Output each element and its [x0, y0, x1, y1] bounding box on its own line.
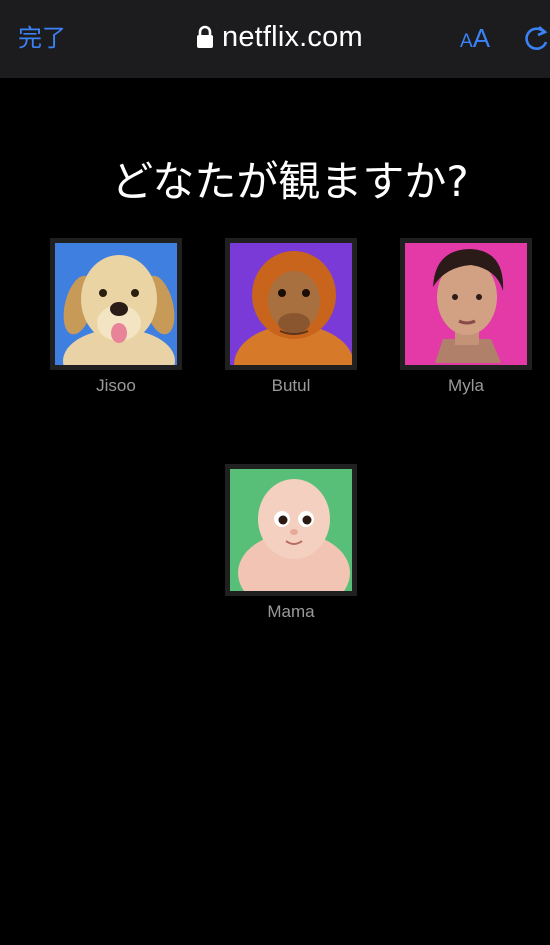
page-title: どなたが観ますか?: [111, 157, 469, 206]
profile-name: Mama: [267, 602, 315, 621]
browser-address-bar: 完了 netflix.com AA: [0, 0, 550, 78]
lock-icon: [197, 25, 213, 48]
profile-myla[interactable]: Myla: [400, 238, 532, 396]
profile-name: Myla: [448, 376, 484, 395]
woman-portrait-icon: [405, 243, 527, 365]
url-field[interactable]: netflix.com: [196, 18, 363, 56]
text-size-button[interactable]: AA: [460, 22, 490, 59]
url-text: netflix.com: [222, 20, 363, 53]
avatar: [50, 238, 182, 370]
reload-icon[interactable]: [522, 22, 550, 54]
profile-mama[interactable]: Mama: [225, 464, 357, 622]
avatar: [225, 238, 357, 370]
profile-name: Jisoo: [96, 376, 136, 395]
profile-jisoo[interactable]: Jisoo: [50, 238, 182, 396]
orangutan-icon: [230, 243, 352, 365]
avatar: [400, 238, 532, 370]
profile-butul[interactable]: Butul: [225, 238, 357, 396]
text-size-small-label: A: [460, 31, 473, 52]
avatar: [225, 464, 357, 596]
profile-name: Butul: [271, 376, 311, 395]
baby-icon: [230, 469, 352, 591]
text-size-large-label: A: [472, 23, 491, 53]
done-button[interactable]: 完了: [18, 22, 66, 54]
dog-icon: [55, 243, 177, 365]
